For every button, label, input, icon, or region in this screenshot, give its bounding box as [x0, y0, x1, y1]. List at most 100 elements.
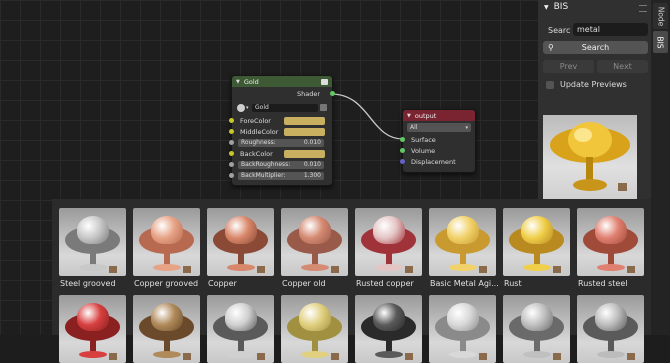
thumb-cube	[331, 353, 339, 360]
thumb-cube	[331, 266, 339, 273]
field-value: 0.010	[303, 139, 321, 146]
output-node[interactable]: ▼ output All ▾ Surface Volume Displaceme…	[400, 109, 476, 173]
input-socket[interactable]	[400, 137, 405, 142]
thumb-dome	[299, 303, 331, 331]
thumb-dome	[77, 216, 109, 244]
material-name-label: Rusted copper	[356, 279, 414, 288]
material-thumbnail[interactable]	[281, 295, 348, 363]
input-row-forecolor: ForeColor	[229, 116, 332, 125]
input-socket[interactable]	[229, 151, 234, 156]
tab-bis[interactable]: BIS	[653, 31, 668, 53]
tab-node-label: Node	[656, 6, 666, 26]
input-socket[interactable]	[229, 173, 234, 178]
input-socket[interactable]	[400, 159, 405, 164]
material-thumbnail[interactable]	[429, 295, 496, 363]
material-thumbnail[interactable]	[133, 295, 200, 363]
thumb-base	[153, 264, 181, 271]
backroughness-field[interactable]: BackRoughness: 0.010	[238, 160, 324, 169]
field-value: 1.300	[303, 172, 321, 179]
thumb-base	[523, 264, 551, 271]
search-button[interactable]: ⚲ Search	[543, 41, 648, 54]
material-thumbnail[interactable]	[207, 208, 274, 276]
thumb-dome	[595, 216, 627, 244]
material-thumbnail[interactable]	[281, 208, 348, 276]
input-socket[interactable]	[229, 162, 234, 167]
output-target-value: All	[410, 124, 418, 131]
output-target-select[interactable]: All ▾	[407, 123, 471, 132]
material-thumbnail[interactable]	[503, 208, 570, 276]
prev-button-label: Prev	[559, 62, 578, 71]
material-thumbnail[interactable]	[503, 295, 570, 363]
middlecolor-swatch[interactable]	[284, 127, 325, 136]
material-thumbnail[interactable]	[355, 295, 422, 363]
input-socket[interactable]	[229, 140, 234, 145]
material-thumbnail[interactable]	[355, 208, 422, 276]
search-input[interactable]: metal	[573, 23, 648, 36]
material-browser: Steel grooved Copper grooved Copper Copper …	[52, 199, 651, 363]
thumb-base	[79, 351, 107, 358]
thumb-dome	[447, 216, 479, 244]
drag-handle-icon[interactable]	[639, 5, 647, 12]
material-name-label: Rust	[504, 279, 522, 288]
thumb-cube	[627, 266, 635, 273]
thumb-dome	[225, 303, 257, 331]
update-previews-checkbox[interactable]	[546, 81, 554, 89]
material-thumbnail[interactable]	[577, 208, 644, 276]
material-name-label: Steel grooved	[60, 279, 116, 288]
thumb-dome	[595, 303, 627, 331]
gold-node-header[interactable]: ▼ Gold	[232, 76, 332, 87]
dropdown-arrow-icon[interactable]: ▾	[246, 105, 249, 111]
socket-label: Surface	[411, 135, 436, 144]
group-icon	[321, 78, 328, 85]
shader-output-socket[interactable]	[330, 91, 335, 96]
input-label: ForeColor	[240, 116, 271, 125]
collapse-icon[interactable]: ▼	[236, 79, 240, 85]
collapse-icon[interactable]: ▼	[544, 4, 549, 11]
input-socket[interactable]	[229, 118, 234, 123]
thumb-cube	[183, 266, 191, 273]
update-previews-label: Update Previews	[560, 80, 627, 89]
thumb-base	[301, 351, 329, 358]
thumb-base	[375, 264, 403, 271]
roughness-field[interactable]: Roughness: 0.010	[238, 138, 324, 147]
backcolor-swatch[interactable]	[284, 149, 325, 158]
search-input-value: metal	[577, 25, 600, 34]
thumb-dome	[521, 216, 553, 244]
forecolor-swatch[interactable]	[284, 116, 325, 125]
backmultiplier-field[interactable]: BackMultiplier: 1.300	[238, 171, 324, 180]
field-label: BackRoughness:	[241, 161, 291, 168]
material-thumbnail[interactable]	[59, 295, 126, 363]
surface-input-row: Surface	[400, 135, 475, 144]
tab-node[interactable]: Node	[653, 3, 668, 29]
thumb-dome	[447, 303, 479, 331]
material-sphere-icon[interactable]	[237, 103, 245, 112]
input-row-middlecolor: MiddleColor	[229, 127, 332, 136]
gold-node[interactable]: ▼ Gold Shader ▾ Gold ForeColor MiddleCol…	[229, 75, 335, 186]
thumb-cube	[405, 266, 413, 273]
input-row-backmultiplier: BackMultiplier: 1.300	[229, 171, 332, 180]
material-thumbnail[interactable]	[207, 295, 274, 363]
thumb-base	[449, 351, 477, 358]
material-name-label: Rusted steel	[578, 279, 628, 288]
browse-icon[interactable]	[320, 104, 327, 111]
thumb-cube	[553, 266, 561, 273]
material-thumbnail[interactable]	[133, 208, 200, 276]
next-button[interactable]: Next	[597, 60, 648, 73]
panel-header[interactable]: ▼ BIS	[544, 2, 568, 12]
thumb-cube	[109, 266, 117, 273]
input-socket[interactable]	[400, 148, 405, 153]
material-thumbnail[interactable]	[59, 208, 126, 276]
material-name-field[interactable]: Gold	[252, 103, 318, 112]
material-thumbnail[interactable]	[429, 208, 496, 276]
material-name-label: Copper old	[282, 279, 326, 288]
thumb-cube	[405, 353, 413, 360]
search-icon: ⚲	[548, 43, 554, 52]
thumb-base	[597, 264, 625, 271]
output-node-header[interactable]: ▼ output	[403, 110, 475, 121]
material-thumbnail[interactable]	[577, 295, 644, 363]
input-row-backroughness: BackRoughness: 0.010	[229, 160, 332, 169]
prev-button[interactable]: Prev	[543, 60, 594, 73]
collapse-icon[interactable]: ▼	[407, 113, 411, 119]
input-socket[interactable]	[229, 129, 234, 134]
thumb-cube	[479, 266, 487, 273]
